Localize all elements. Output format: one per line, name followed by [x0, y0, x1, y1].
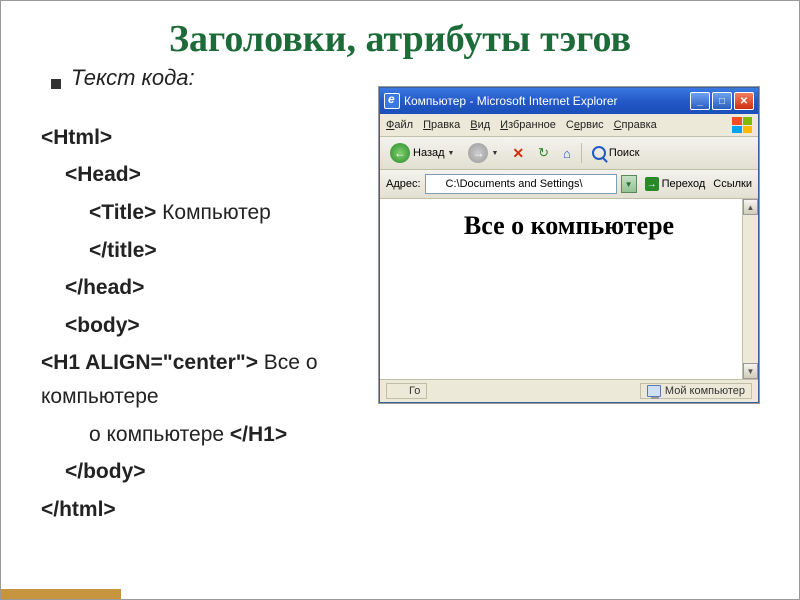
scroll-up-button[interactable]: ▲	[743, 199, 758, 215]
menu-edit[interactable]: Правка	[423, 119, 460, 131]
code-line: </H1>	[230, 423, 287, 446]
menu-file[interactable]: Файл	[386, 119, 413, 131]
menu-favorites[interactable]: Избранное	[500, 119, 556, 131]
page-icon	[429, 177, 443, 191]
menu-tools[interactable]: Сервис	[566, 119, 604, 131]
back-label: Назад	[413, 147, 445, 159]
forward-arrow-icon: →	[468, 143, 488, 163]
close-button[interactable]: ✕	[734, 92, 754, 110]
code-line: <Title>	[89, 201, 156, 224]
go-label: Переход	[662, 178, 706, 190]
page-icon	[393, 385, 405, 397]
window-titlebar[interactable]: Компьютер - Microsoft Internet Explorer …	[380, 88, 758, 114]
status-bar: Го Мой компьютер	[380, 379, 758, 402]
maximize-button[interactable]: □	[712, 92, 732, 110]
search-button[interactable]: Поиск	[588, 144, 643, 162]
menu-view[interactable]: Вид	[470, 119, 490, 131]
code-line: </html>	[41, 498, 116, 521]
search-label: Поиск	[609, 147, 639, 159]
ie-icon	[384, 93, 400, 109]
code-text: Компьютер	[156, 201, 271, 224]
search-icon	[592, 146, 606, 160]
status-ready: Го	[386, 383, 427, 399]
code-line: </head>	[65, 276, 144, 299]
address-label: Адрес:	[386, 178, 421, 190]
toolbar: ← Назад ▼ → ▼ ✕ ↻ ⌂ Поиск	[380, 137, 758, 170]
code-block: <Html> <Head> <Title> Компьютер </title>…	[41, 121, 361, 531]
zone-label: Мой компьютер	[665, 385, 745, 397]
status-zone: Мой компьютер	[640, 383, 752, 399]
status-text: Го	[409, 385, 420, 397]
go-button[interactable]: → Переход	[641, 176, 710, 192]
vertical-scrollbar[interactable]: ▲ ▼	[742, 199, 758, 379]
back-button[interactable]: ← Назад ▼	[386, 141, 458, 165]
chevron-down-icon: ▼	[491, 150, 498, 157]
window-title: Компьютер - Microsoft Internet Explorer	[404, 94, 690, 108]
address-bar: Адрес: C:\Documents and Settings\ ▼ → Пе…	[380, 170, 758, 199]
code-line: </title>	[89, 239, 157, 262]
code-line: <H1 ALIGN="center">	[41, 351, 258, 374]
menu-help[interactable]: Справка	[614, 119, 657, 131]
code-line: <body>	[65, 314, 140, 337]
back-arrow-icon: ←	[390, 143, 410, 163]
computer-icon	[647, 385, 661, 397]
forward-button[interactable]: → ▼	[464, 141, 502, 165]
browser-viewport: Все о компьютере ▲ ▼	[380, 199, 758, 379]
go-arrow-icon: →	[645, 177, 659, 191]
code-text: о компьютере	[89, 423, 230, 446]
address-field[interactable]: C:\Documents and Settings\	[425, 174, 617, 194]
address-dropdown[interactable]: ▼	[621, 175, 637, 193]
stop-button[interactable]: ✕	[508, 143, 528, 164]
bullet-icon	[51, 79, 61, 89]
windows-flag-icon	[732, 117, 752, 133]
toolbar-divider	[581, 143, 582, 163]
home-button[interactable]: ⌂	[559, 144, 575, 163]
slide-accent	[1, 589, 121, 599]
menu-bar: Файл Правка Вид Избранное Сервис Справка	[380, 114, 758, 137]
code-line: </body>	[65, 460, 146, 483]
chevron-down-icon: ▼	[448, 150, 455, 157]
minimize-button[interactable]: _	[690, 92, 710, 110]
code-line: <Head>	[65, 163, 141, 186]
slide-title: Заголовки, атрибуты тэгов	[41, 19, 759, 61]
refresh-button[interactable]: ↻	[534, 143, 553, 163]
address-value: C:\Documents and Settings\	[446, 178, 583, 190]
links-label[interactable]: Ссылки	[713, 178, 752, 190]
page-heading: Все о компьютере	[390, 211, 748, 241]
scroll-down-button[interactable]: ▼	[743, 363, 758, 379]
code-line: <Html>	[41, 126, 112, 149]
browser-window: Компьютер - Microsoft Internet Explorer …	[379, 87, 759, 403]
